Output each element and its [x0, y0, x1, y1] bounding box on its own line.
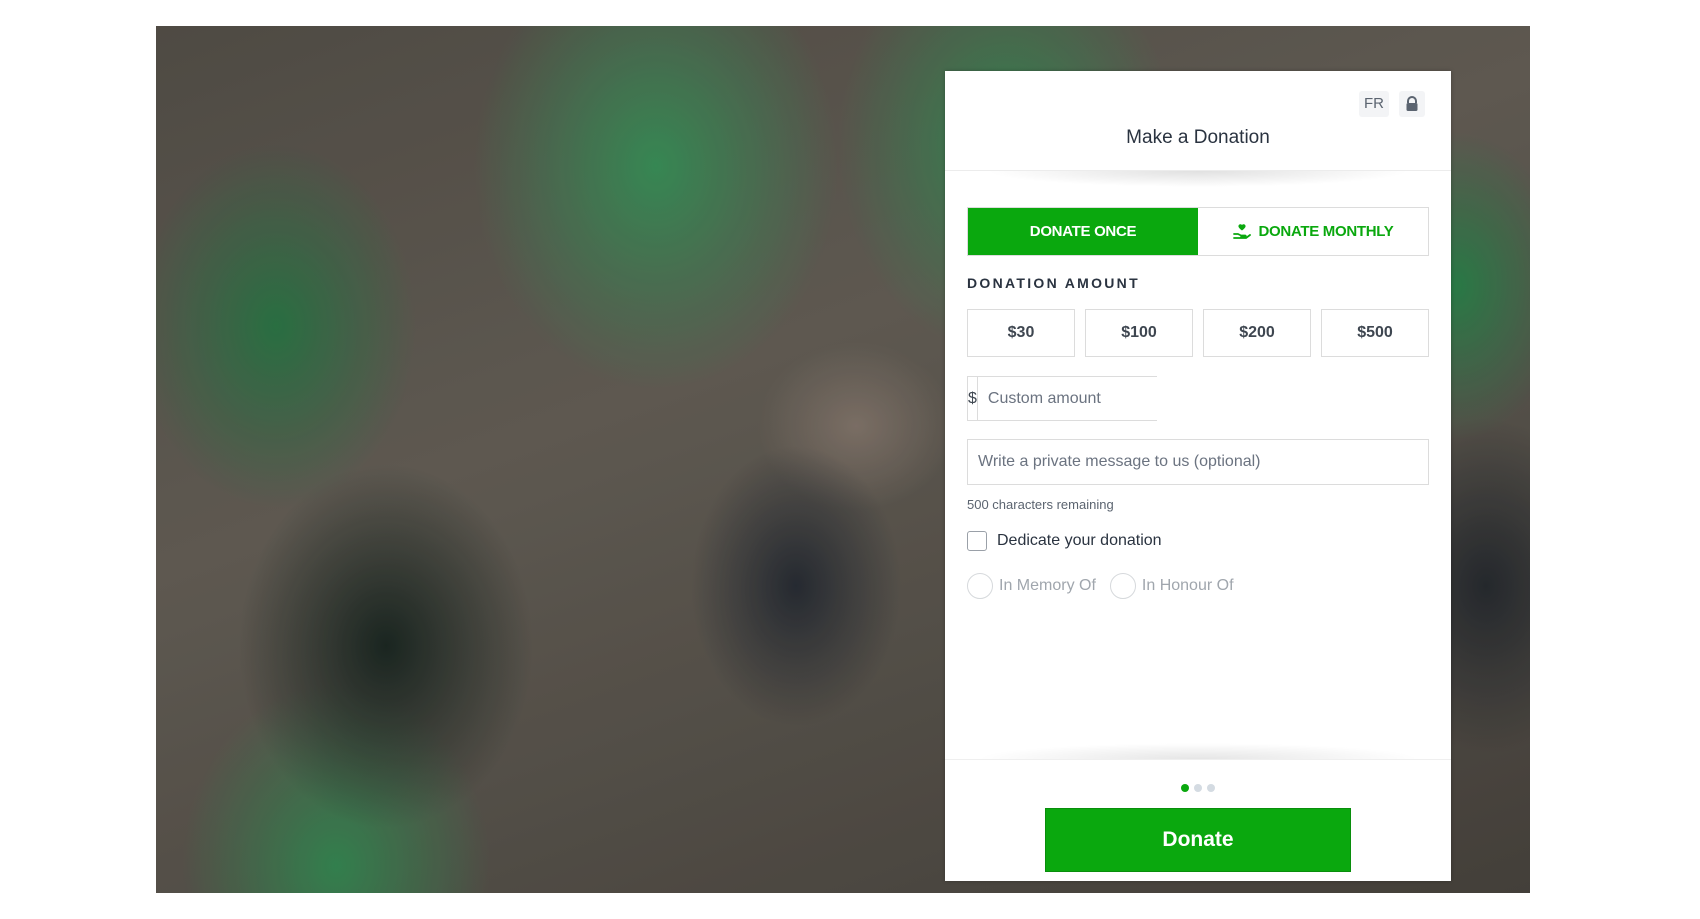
dedication-type-options: In Memory Of In Honour Of — [967, 573, 1248, 599]
frequency-tabs: DONATE ONCE DONATE MONTHLY — [967, 207, 1429, 256]
radio-label: In Memory Of — [999, 577, 1096, 594]
currency-symbol: $ — [968, 377, 978, 420]
tab-donate-monthly-label: DONATE MONTHLY — [1258, 223, 1394, 240]
radio-in-memory-of[interactable]: In Memory Of — [967, 573, 1096, 599]
form-header: FR Make a Donation — [945, 71, 1451, 171]
form-title: Make a Donation — [1126, 127, 1270, 148]
amount-options: $30 $100 $200 $500 — [967, 309, 1429, 357]
amount-option-500[interactable]: $500 — [1321, 309, 1429, 357]
hand-heart-icon — [1232, 223, 1251, 239]
tab-donate-monthly[interactable]: DONATE MONTHLY — [1198, 208, 1428, 255]
lock-icon — [1399, 91, 1425, 117]
private-message-field — [967, 439, 1429, 485]
step-indicator — [945, 784, 1451, 792]
radio-label: In Honour Of — [1141, 577, 1234, 594]
radio-circle[interactable] — [1109, 573, 1136, 599]
tab-donate-once[interactable]: DONATE ONCE — [968, 208, 1198, 255]
step-dot — [1207, 784, 1215, 792]
step-dot — [1194, 784, 1202, 792]
donation-amount-label: DONATION AMOUNT — [967, 275, 1140, 291]
footer-shadow — [975, 743, 1421, 759]
tab-donate-once-label: DONATE ONCE — [1029, 223, 1137, 240]
amount-option-100[interactable]: $100 — [1085, 309, 1193, 357]
dedicate-donation-option[interactable]: Dedicate your donation — [967, 531, 1162, 551]
radio-circle[interactable] — [967, 573, 993, 599]
private-message-input[interactable] — [968, 440, 1428, 484]
amount-option-30[interactable]: $30 — [967, 309, 1075, 357]
custom-amount-field: $ — [967, 376, 1195, 421]
dedicate-checkbox[interactable] — [967, 531, 987, 551]
language-toggle-button[interactable]: FR — [1359, 91, 1389, 117]
amount-option-200[interactable]: $200 — [1203, 309, 1311, 357]
header-shadow — [985, 171, 1411, 187]
donate-button[interactable]: Donate — [1045, 808, 1351, 872]
donation-form-card: FR Make a Donation DONATE ONCE DONATE MO… — [945, 71, 1451, 881]
footer-divider — [945, 759, 1451, 760]
custom-amount-input[interactable] — [977, 377, 1195, 420]
radio-in-honour-of[interactable]: In Honour Of — [1109, 573, 1234, 599]
step-dot — [1181, 784, 1189, 792]
characters-remaining: 500 characters remaining — [967, 497, 1114, 512]
dedicate-label: Dedicate your donation — [997, 532, 1162, 549]
